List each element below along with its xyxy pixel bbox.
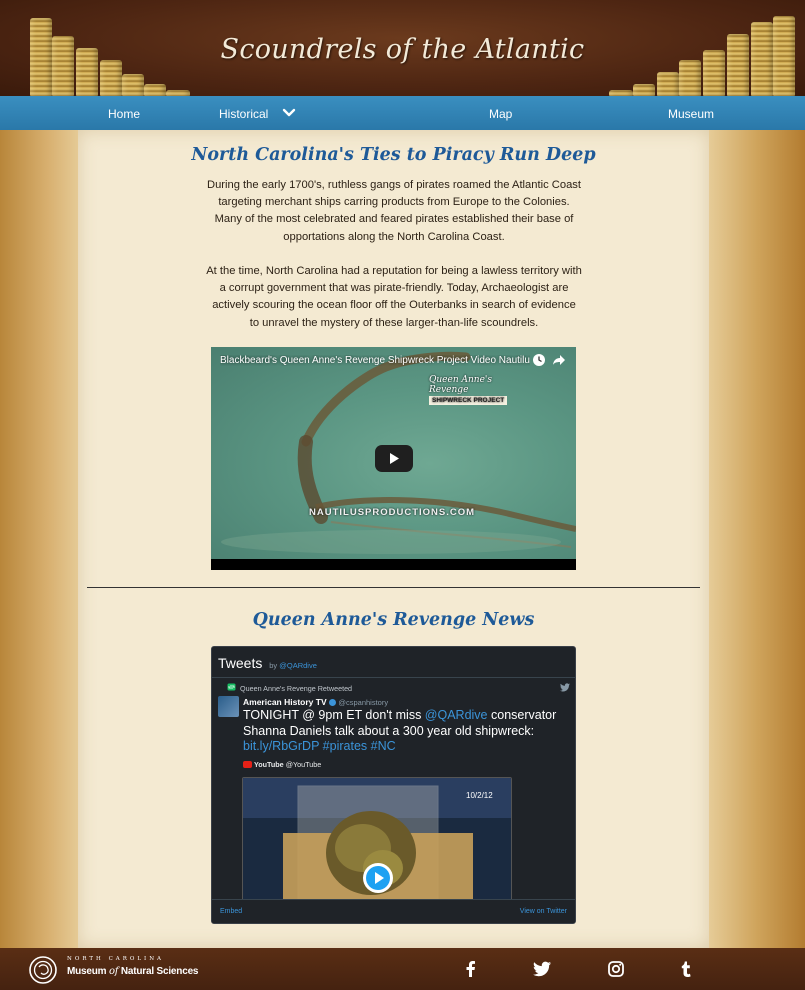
- play-icon[interactable]: [362, 862, 394, 894]
- tweets-handle-link[interactable]: @QARdive: [279, 661, 317, 670]
- section-divider: [87, 587, 700, 588]
- retweet-icon: [227, 683, 236, 691]
- tweets-header: Tweets by @QARdive: [218, 655, 317, 671]
- retweet-label: Queen Anne's Revenge Retweeted: [240, 684, 353, 693]
- nav-item-historical[interactable]: Historical: [219, 96, 268, 130]
- site-header: Scoundrels of the Atlantic: [0, 0, 805, 96]
- media-date: 10/2/12: [466, 791, 493, 800]
- video-play-button[interactable]: [375, 445, 413, 472]
- museum-state: NORTH CAROLINA: [67, 956, 165, 962]
- mention-link[interactable]: @QARdive: [425, 708, 488, 722]
- verified-icon: [329, 699, 336, 706]
- video-thumbnail: Blackbeard's Queen Anne's Revenge Shipwr…: [211, 347, 576, 559]
- avatar[interactable]: [218, 696, 239, 717]
- video-embed[interactable]: Blackbeard's Queen Anne's Revenge Shipwr…: [211, 347, 576, 570]
- tweet-media-preview[interactable]: 10/2/12: [242, 777, 512, 902]
- video-watermark: NAUTILUSPRODUCTIONS.COM: [309, 507, 476, 518]
- view-on-twitter-link[interactable]: View on Twitter: [520, 908, 567, 915]
- share-icon[interactable]: [552, 353, 566, 367]
- history-paragraph: At the time, North Carolina had a reputa…: [206, 265, 582, 329]
- instagram-icon[interactable]: [607, 960, 625, 978]
- chevron-down-icon[interactable]: [282, 108, 296, 118]
- nav-item-home[interactable]: Home: [108, 96, 140, 130]
- tweet-text: TONIGHT @ 9pm ET don't miss @QARdive con…: [243, 708, 557, 753]
- qar-logo: Queen Anne's Revenge SHIPWRECK PROJECT: [429, 375, 521, 405]
- tweet-author[interactable]: American History TV @cspanhistory: [243, 697, 388, 707]
- tweet-url-link[interactable]: bit.ly/RbGrDP: [243, 739, 319, 753]
- page-heading: North Carolina's Ties to Piracy Run Deep: [191, 145, 596, 165]
- facebook-icon[interactable]: [462, 960, 480, 978]
- embed-link[interactable]: Embed: [220, 908, 242, 915]
- site-title: Scoundrels of the Atlantic: [220, 34, 585, 65]
- twitter-bird-icon[interactable]: [560, 683, 570, 692]
- youtube-icon: [243, 761, 252, 768]
- play-icon: [390, 453, 399, 464]
- site-footer: NORTH CAROLINA Museum of Natural Science…: [0, 948, 805, 990]
- tweets-footer: Embed View on Twitter: [212, 899, 575, 923]
- main-content: North Carolina's Ties to Piracy Run Deep…: [78, 130, 709, 948]
- museum-name: Museum of Natural Sciences: [67, 966, 199, 977]
- tweets-by: by @QARdive: [269, 661, 317, 670]
- nav-item-map[interactable]: Map: [489, 96, 512, 130]
- twitter-icon[interactable]: [533, 960, 551, 978]
- news-heading: Queen Anne's Revenge News: [252, 610, 535, 630]
- main-nav: Home Historical Map Museum: [0, 96, 805, 130]
- tumblr-icon[interactable]: [677, 960, 695, 978]
- video-title[interactable]: Blackbeard's Queen Anne's Revenge Shipwr…: [220, 355, 530, 366]
- media-source[interactable]: YouTube @YouTube: [243, 760, 321, 769]
- hashtag-links[interactable]: #pirates #NC: [323, 739, 396, 753]
- nav-item-museum[interactable]: Museum: [668, 96, 714, 130]
- museum-logo-icon: [29, 956, 57, 984]
- twitter-timeline: Tweets by @QARdive Queen Anne's Revenge …: [211, 646, 576, 924]
- intro-paragraph: During the early 1700's, ruthless gangs …: [206, 179, 582, 243]
- tweets-separator: [212, 677, 575, 678]
- clock-icon[interactable]: [532, 353, 546, 367]
- tweets-title: Tweets: [218, 655, 263, 671]
